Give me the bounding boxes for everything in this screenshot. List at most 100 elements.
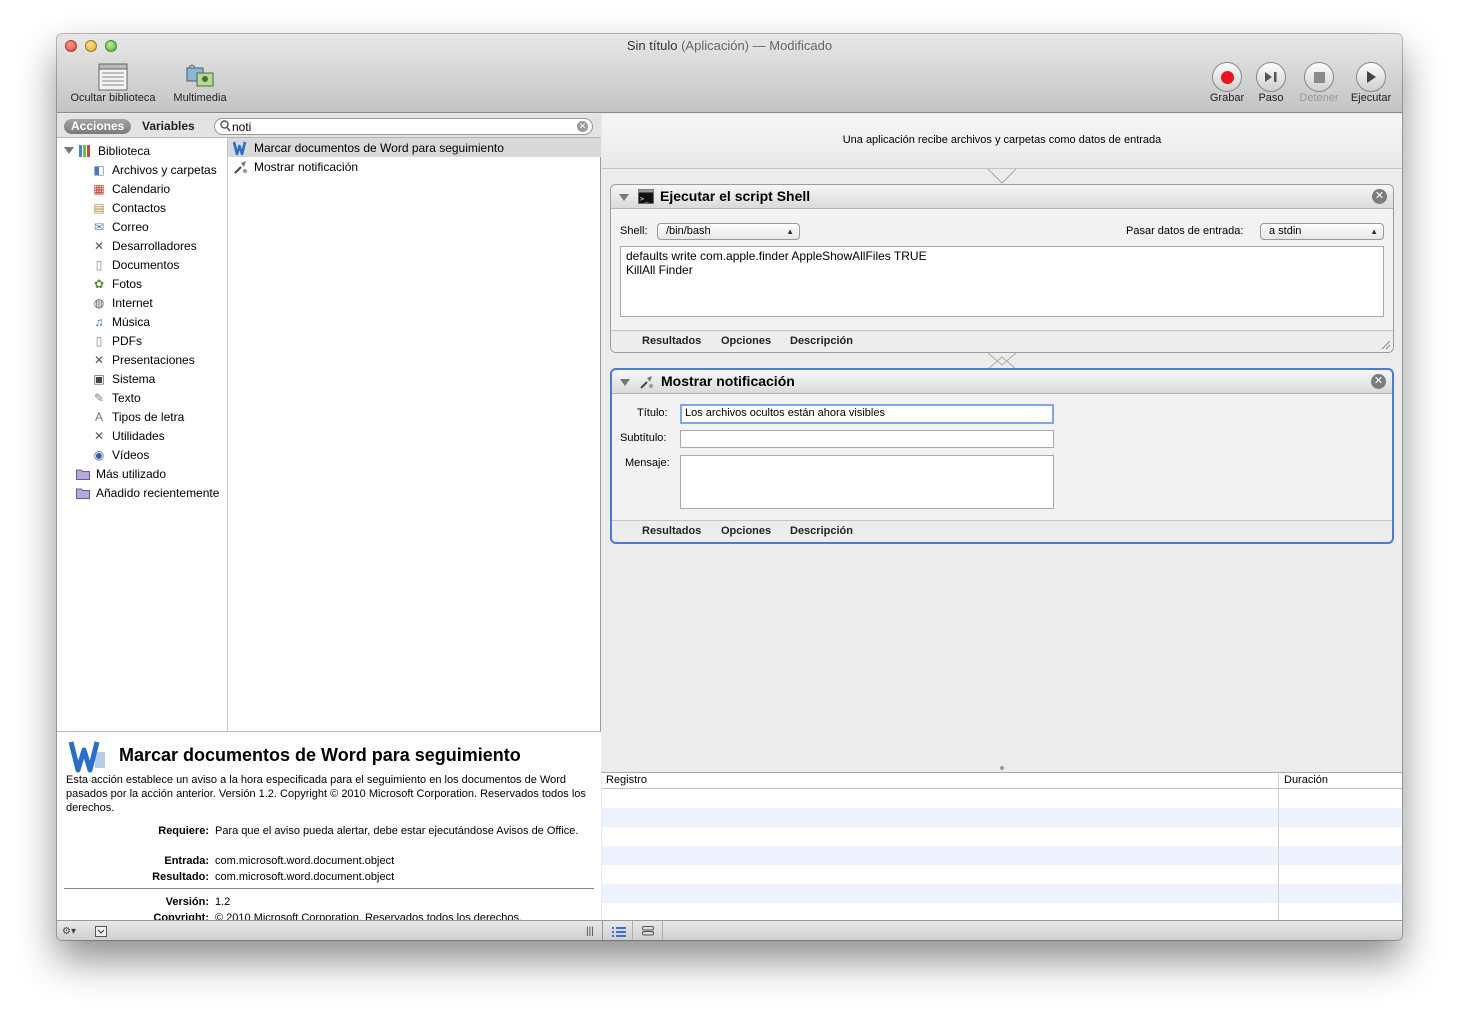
library-category[interactable]: ▯ Documentos — [92, 255, 180, 274]
library-category-label: Calendario — [112, 181, 171, 196]
result-item-show-notification[interactable]: Mostrar notificación — [228, 157, 601, 176]
smart-folder[interactable]: Añadido recientemente — [76, 483, 219, 502]
disclosure-triangle-icon[interactable] — [64, 147, 74, 154]
library-category-label: Contactos — [112, 200, 167, 215]
log-column-divider — [1278, 773, 1279, 921]
shell-action-footer: Resultados Opciones Descripción — [611, 330, 1393, 352]
list-view-icon — [612, 926, 626, 937]
search-input[interactable]: noti ✕ — [214, 118, 593, 135]
notification-message-field[interactable] — [680, 455, 1054, 509]
library-category[interactable]: ▯ PDFs — [92, 331, 142, 350]
notification-title-value: Los archivos ocultos están ahora visible… — [685, 407, 885, 419]
split-handle-icon[interactable] — [1000, 766, 1004, 770]
notification-subtitle-field[interactable] — [680, 430, 1054, 448]
workflow-connector-middle — [988, 353, 1016, 369]
stop-button[interactable]: Detener — [1295, 62, 1343, 104]
splitter-grip-icon[interactable]: ||| — [586, 924, 594, 938]
library-category-label: Internet — [112, 295, 153, 310]
remove-action-icon[interactable]: ✕ — [1371, 374, 1386, 389]
pass-input-value: a stdin — [1269, 225, 1302, 237]
result-item-word-followup[interactable]: Marcar documentos de Word para seguimien… — [228, 138, 601, 157]
gear-menu-button[interactable]: ⚙▾ — [62, 924, 76, 938]
library-categories: Biblioteca ◧ Archivos y carpetas ▦ Calendar… — [57, 138, 228, 731]
library-category-label: Fotos — [112, 276, 143, 291]
tools-icon: ✕ — [93, 428, 105, 443]
toggle-description-button[interactable] — [95, 924, 107, 938]
log-table: Registro Duración — [602, 772, 1402, 921]
library-category[interactable]: ◧ Archivos y carpetas — [92, 160, 217, 179]
shell-script-action[interactable]: >_ Ejecutar el script Shell ✕ Shell: /bi… — [610, 184, 1394, 353]
library-category[interactable]: ▤ Contactos — [92, 198, 166, 217]
library-category-label: Presentaciones — [112, 352, 195, 367]
library-category-label: PDFs — [112, 333, 142, 348]
shell-select[interactable]: /bin/bash ▲ — [657, 223, 800, 240]
resize-handle-icon[interactable] — [1380, 339, 1390, 349]
description-tab[interactable]: Descripción — [790, 335, 853, 347]
globe-icon: ◍ — [93, 295, 105, 310]
results-tab[interactable]: Resultados — [642, 335, 701, 347]
collapse-triangle-icon[interactable] — [619, 194, 629, 201]
record-button[interactable]: Grabar — [1203, 62, 1251, 104]
library-category[interactable]: ✕ Utilidades — [92, 426, 165, 445]
result-type-label: Resultado: — [152, 871, 209, 883]
shell-script-editor[interactable]: defaults write com.apple.finder AppleSho… — [620, 246, 1384, 317]
library-category-label: Texto — [112, 390, 141, 405]
options-tab[interactable]: Opciones — [721, 525, 771, 537]
library-category-label: Archivos y carpetas — [112, 162, 217, 177]
video-icon: ◉ — [93, 447, 105, 462]
bottom-bar: ⚙▾ ||| — [57, 920, 1402, 940]
library-category[interactable]: ◍ Internet — [92, 293, 153, 312]
library-category[interactable]: ✕ Presentaciones — [92, 350, 195, 369]
library-root[interactable]: Biblioteca — [64, 141, 150, 160]
hide-library-button[interactable]: Ocultar biblioteca — [65, 62, 161, 104]
show-notification-action[interactable]: Mostrar notificación ✕ Título: Los archi… — [610, 368, 1394, 544]
notification-icon — [233, 159, 249, 175]
gear-icon: ⚙▾ — [62, 925, 76, 937]
pass-input-select[interactable]: a stdin ▲ — [1260, 223, 1384, 240]
word-icon — [233, 140, 249, 156]
library-category-label: Música — [112, 314, 151, 329]
version-label: Versión: — [165, 896, 209, 908]
compact-view-button[interactable] — [642, 924, 654, 938]
stop-icon — [1304, 62, 1334, 92]
media-button[interactable]: Multimedia — [167, 62, 233, 104]
step-button[interactable]: Paso — [1253, 62, 1289, 104]
document-icon: ▯ — [95, 257, 103, 272]
results-tab[interactable]: Resultados — [642, 525, 701, 537]
play-icon — [1356, 62, 1386, 92]
library-category[interactable]: ✕ Desarrolladores — [92, 236, 197, 255]
duration-column-header[interactable]: Duración — [1284, 774, 1328, 786]
log-row — [602, 789, 1402, 808]
step-icon — [1256, 62, 1286, 92]
notification-title-field[interactable]: Los archivos ocultos están ahora visible… — [680, 404, 1054, 424]
remove-action-icon[interactable]: ✕ — [1372, 189, 1387, 204]
log-column-header[interactable]: Registro — [606, 774, 647, 786]
tab-variables[interactable]: Variables — [135, 119, 202, 134]
library-category-label: Desarrolladores — [112, 238, 197, 253]
description-tab[interactable]: Descripción — [790, 525, 853, 537]
run-button[interactable]: Ejecutar — [1347, 62, 1395, 104]
library-category[interactable]: ✉ Correo — [92, 217, 149, 236]
collapse-triangle-icon[interactable] — [620, 379, 630, 386]
library-category[interactable]: ▦ Calendario — [92, 179, 170, 198]
library-category[interactable]: ♫ Música — [92, 312, 151, 331]
hide-library-label: Ocultar biblioteca — [70, 92, 156, 104]
list-view-button[interactable] — [612, 924, 626, 938]
library-category[interactable]: ▣ Sistema — [92, 369, 155, 388]
tab-actions[interactable]: Acciones — [64, 119, 132, 134]
log-header: Registro Duración — [602, 773, 1402, 789]
requires-label: Requiere: — [158, 825, 209, 837]
shell-action-header: >_ Ejecutar el script Shell ✕ — [611, 185, 1393, 209]
text-icon: ✎ — [93, 390, 105, 405]
options-tab[interactable]: Opciones — [721, 335, 771, 347]
library-category[interactable]: ✎ Texto — [92, 388, 141, 407]
description-divider — [64, 888, 594, 889]
library-category[interactable]: A Tipos de letra — [92, 407, 184, 426]
library-category[interactable]: ◉ Vídeos — [92, 445, 150, 464]
copyright-value: © 2010 Microsoft Corporation. Reservados… — [215, 912, 523, 920]
log-row — [602, 884, 1402, 903]
library-category[interactable]: ✿ Fotos — [92, 274, 142, 293]
clear-search-icon[interactable]: ✕ — [577, 121, 588, 132]
shell-select-value: /bin/bash — [666, 225, 711, 237]
smart-folder[interactable]: Más utilizado — [76, 464, 166, 483]
